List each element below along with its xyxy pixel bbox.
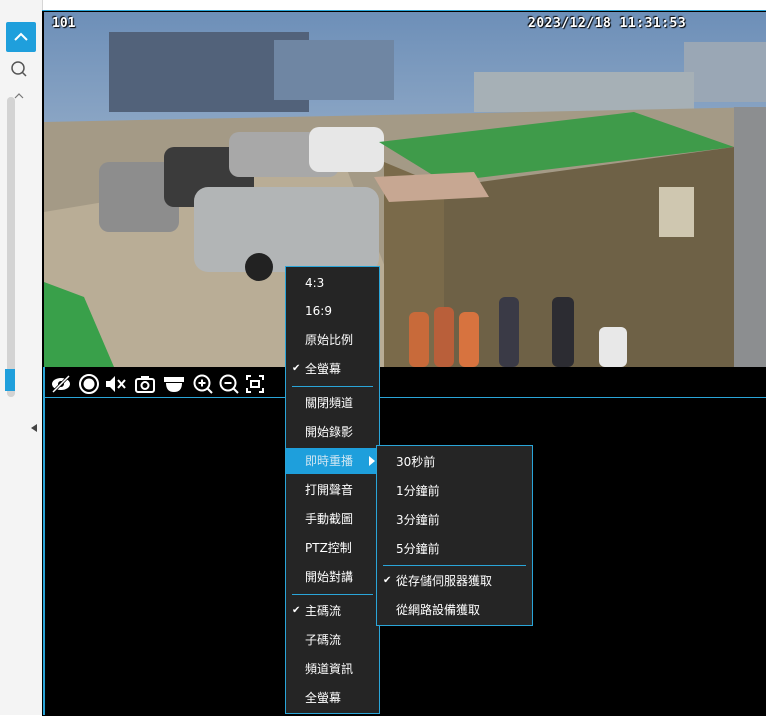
menu-item-aspect-16-9[interactable]: 16:9 <box>286 298 379 324</box>
context-menu: 4:3 16:9 原始比例 ✔ 全螢幕 關閉頻道 開始錄影 即時重播 打開聲音 … <box>285 266 380 714</box>
zoom-in-icon[interactable] <box>192 373 214 395</box>
menu-item-open-audio[interactable]: 打開聲音 <box>286 477 379 503</box>
menu-item-fullscreen[interactable]: 全螢幕 <box>286 685 379 711</box>
menu-item-aspect-4-3[interactable]: 4:3 <box>286 270 379 296</box>
camera-image <box>44 12 766 367</box>
menu-separator <box>383 565 526 566</box>
hide-icon[interactable] <box>50 373 72 395</box>
checkmark-icon: ✔ <box>292 363 301 374</box>
playback-submenu: 30秒前 1分鐘前 3分鐘前 5分鐘前 ✔ 從存儲伺服器獲取 從網路設備獲取 <box>376 445 533 626</box>
camera-feed[interactable] <box>44 12 766 367</box>
menu-item-start-talk[interactable]: 開始對講 <box>286 564 379 590</box>
menu-item-fullscreen-ratio[interactable]: ✔ 全螢幕 <box>286 356 379 382</box>
menu-item-sub-stream[interactable]: 子碼流 <box>286 627 379 653</box>
selected-item-marker <box>5 369 15 391</box>
scrollbar-thumb[interactable] <box>7 97 15 397</box>
submenu-item-5-minutes[interactable]: 5分鐘前 <box>377 536 532 562</box>
menu-item-original-ratio[interactable]: 原始比例 <box>286 327 379 353</box>
checkmark-icon: ✔ <box>383 575 392 586</box>
submenu-item-3-minutes[interactable]: 3分鐘前 <box>377 507 532 533</box>
triangle-left-icon <box>31 424 37 432</box>
channel-number-osd: 101 <box>52 16 76 31</box>
submenu-item-from-network-device[interactable]: 從網路設備獲取 <box>377 597 532 623</box>
mute-icon[interactable] <box>104 373 126 395</box>
checkmark-icon: ✔ <box>292 605 301 616</box>
menu-separator <box>292 594 373 595</box>
zoom-out-icon[interactable] <box>218 373 240 395</box>
menu-item-close-channel[interactable]: 關閉頻道 <box>286 390 379 416</box>
menu-item-manual-snapshot[interactable]: 手動截圖 <box>286 506 379 532</box>
fit-screen-icon[interactable] <box>244 373 266 395</box>
submenu-item-30-seconds[interactable]: 30秒前 <box>377 449 532 475</box>
search-icon <box>11 61 27 77</box>
collapse-up-button[interactable] <box>6 22 36 52</box>
scroll-up-arrow[interactable] <box>12 86 26 99</box>
snapshot-icon[interactable] <box>134 373 156 395</box>
record-icon[interactable] <box>78 373 100 395</box>
menu-item-main-stream[interactable]: ✔ 主碼流 <box>286 598 379 624</box>
menu-item-instant-playback[interactable]: 即時重播 <box>286 448 379 474</box>
menu-item-start-recording[interactable]: 開始錄影 <box>286 419 379 445</box>
collapse-panel-arrow[interactable] <box>30 418 38 432</box>
search-button[interactable] <box>8 58 30 80</box>
menu-item-channel-info[interactable]: 頻道資訊 <box>286 656 379 682</box>
video-left-border <box>43 367 45 715</box>
menu-separator <box>292 386 373 387</box>
submenu-item-from-storage-server[interactable]: ✔ 從存儲伺服器獲取 <box>377 568 532 594</box>
submenu-arrow-icon <box>369 456 375 466</box>
video-divider <box>44 397 766 398</box>
submenu-item-1-minute[interactable]: 1分鐘前 <box>377 478 532 504</box>
ptz-dome-icon[interactable] <box>162 373 184 395</box>
video-toolbar <box>44 368 766 398</box>
chevron-up-icon <box>14 32 28 41</box>
menu-item-ptz-control[interactable]: PTZ控制 <box>286 535 379 561</box>
timestamp-osd: 2023/12/18 11:31:53 <box>528 16 687 31</box>
